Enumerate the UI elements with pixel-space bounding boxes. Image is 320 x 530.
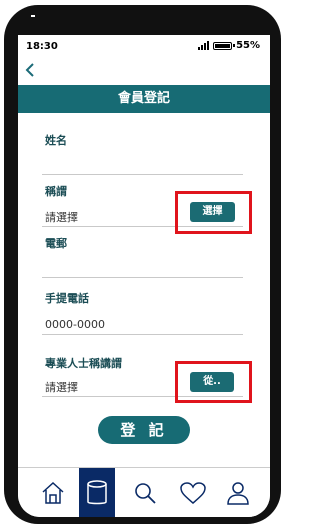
- home-icon: [42, 481, 64, 504]
- chevron-left-icon: [25, 63, 34, 77]
- nav-favorites[interactable]: [175, 468, 211, 517]
- nav-home[interactable]: [35, 468, 71, 517]
- status-indicators: 55%: [198, 40, 260, 51]
- nav-search[interactable]: [127, 468, 163, 517]
- battery-percent: 55%: [236, 40, 260, 51]
- professional-title-label: 專業人士稱講謂: [45, 357, 122, 370]
- status-time: 18:30: [26, 41, 58, 52]
- back-button[interactable]: [25, 63, 39, 81]
- name-label: 姓名: [45, 134, 67, 147]
- status-bar: 18:30 55%: [18, 35, 270, 59]
- battery-icon: [213, 41, 236, 50]
- title-label: 稱謂: [45, 185, 67, 198]
- mobile-label: 手提電話: [45, 292, 89, 305]
- page-title: 會員登記: [18, 85, 270, 113]
- nav-profile[interactable]: [220, 468, 256, 517]
- camera-dot: [31, 15, 35, 17]
- bottom-nav: [18, 467, 270, 517]
- email-label: 電郵: [45, 237, 67, 250]
- heart-icon: [180, 482, 206, 504]
- database-icon: [87, 480, 107, 505]
- signal-icon: [198, 41, 210, 50]
- search-icon: [135, 483, 156, 504]
- nav-database[interactable]: [79, 468, 115, 517]
- email-field[interactable]: [42, 277, 243, 278]
- mobile-field-underline: [42, 334, 243, 335]
- title-select-button[interactable]: 選擇: [190, 202, 235, 222]
- register-button[interactable]: 登 記: [98, 416, 190, 444]
- professional-title-button[interactable]: 從..: [190, 372, 234, 392]
- name-field[interactable]: [42, 174, 243, 175]
- app-screen: 18:30 55% 會員登記 姓名 稱謂 請選擇 選擇 電郵 手提電話 0000…: [18, 35, 270, 517]
- professional-title-value: 請選擇: [45, 381, 78, 394]
- title-value: 請選擇: [45, 211, 78, 224]
- mobile-input[interactable]: 0000-0000: [45, 318, 105, 331]
- user-icon: [227, 482, 249, 505]
